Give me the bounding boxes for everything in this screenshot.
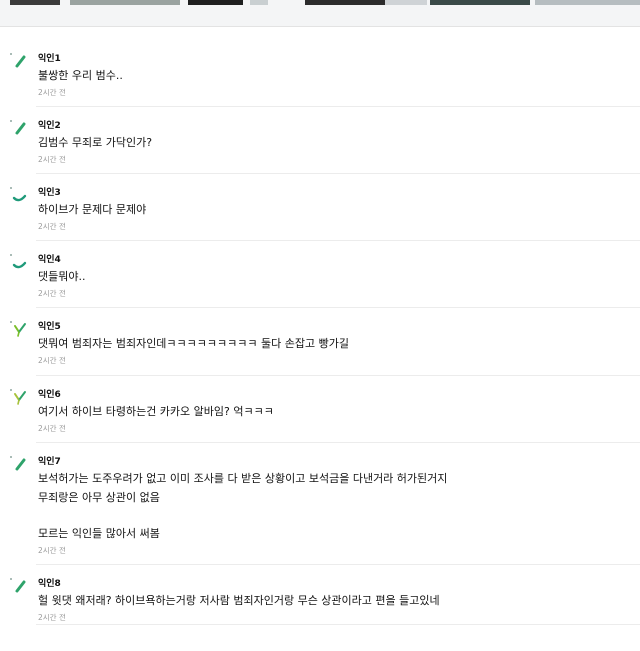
green-mark-icon[interactable] xyxy=(8,575,30,597)
comment-text-line: 김범수 무죄로 가닥인가? xyxy=(38,136,153,149)
comment-text: 여기서 하이브 타령하는건 카카오 알바임? 억ㅋㅋㅋ xyxy=(38,402,628,421)
comment-text: 댓들뭐야.. xyxy=(38,267,628,286)
green-curve-icon[interactable] xyxy=(8,251,30,273)
comment-text: 불쌍한 우리 범수.. xyxy=(38,66,628,85)
comment-author[interactable]: 익인1 xyxy=(38,51,61,64)
comment-author[interactable]: 익인4 xyxy=(38,252,61,265)
sprout-icon[interactable] xyxy=(8,318,30,340)
comment-text-line: 무죄랑은 아무 상관이 없음 xyxy=(38,491,160,504)
comment-text: 김범수 무죄로 가닥인가? xyxy=(38,133,628,152)
comment-divider xyxy=(36,624,640,625)
comment-item: 익인4 댓들뭐야.. 2시간 전 xyxy=(0,241,640,308)
comment-timestamp: 2시간 전 xyxy=(38,546,66,555)
green-mark-icon[interactable] xyxy=(8,50,30,72)
comment-text-line: 불쌍한 우리 범수.. xyxy=(38,69,123,82)
comment-author[interactable]: 익인5 xyxy=(38,319,61,332)
comment-timestamp: 2시간 전 xyxy=(38,88,66,97)
comment-item: 익인7 보석허가는 도주우려가 없고 이미 조사를 다 받은 상황이고 보석금을 … xyxy=(0,443,640,565)
comment-item: 익인1 불쌍한 우리 범수.. 2시간 전 xyxy=(0,40,640,107)
comment-item: 익인5 댓뭐여 범죄자는 범죄자인데ㅋㅋㅋㅋㅋㅋㅋㅋㅋ 둘다 손잡고 빵가길 2시간… xyxy=(0,308,640,376)
comment-text: 보석허가는 도주우려가 없고 이미 조사를 다 받은 상황이고 보석금을 다낸거… xyxy=(38,469,628,543)
comment-text: 하이브가 문제다 문제야 xyxy=(38,200,628,219)
gallery-thumbnail[interactable] xyxy=(250,0,268,5)
sprout-icon[interactable] xyxy=(8,386,30,408)
comment-item: 익인8 헐 윗댓 왜저래? 하이브욕하는거랑 저사람 범죄자인거랑 무슨 상관이라… xyxy=(0,565,640,625)
green-mark-icon[interactable] xyxy=(8,117,30,139)
gallery-thumbnail[interactable] xyxy=(535,0,640,5)
comment-timestamp: 2시간 전 xyxy=(38,424,66,433)
comment-text: 댓뭐여 범죄자는 범죄자인데ㅋㅋㅋㅋㅋㅋㅋㅋㅋ 둘다 손잡고 빵가길 xyxy=(38,334,628,353)
green-curve-icon[interactable] xyxy=(8,184,30,206)
comment-timestamp: 2시간 전 xyxy=(38,613,66,622)
top-image-strip xyxy=(0,0,640,27)
comment-text-line: 모르는 익인들 많아서 써봄 xyxy=(38,527,160,540)
gallery-thumbnail[interactable] xyxy=(10,0,60,5)
comment-timestamp: 2시간 전 xyxy=(38,289,66,298)
comment-text-line: 댓뭐여 범죄자는 범죄자인데ㅋㅋㅋㅋㅋㅋㅋㅋㅋ 둘다 손잡고 빵가길 xyxy=(38,337,349,350)
comment-item: 익인6 여기서 하이브 타령하는건 카카오 알바임? 억ㅋㅋㅋ 2시간 전 xyxy=(0,376,640,443)
gallery-thumbnail[interactable] xyxy=(430,0,530,5)
gallery-thumbnail[interactable] xyxy=(305,0,385,5)
gallery-thumbnails xyxy=(0,0,640,5)
comment-text: 헐 윗댓 왜저래? 하이브욕하는거랑 저사람 범죄자인거랑 무슨 상관이라고 편… xyxy=(38,591,628,610)
comment-text-line: 헐 윗댓 왜저래? 하이브욕하는거랑 저사람 범죄자인거랑 무슨 상관이라고 편… xyxy=(38,594,440,607)
comment-text-line: 하이브가 문제다 문제야 xyxy=(38,203,147,216)
comment-item: 익인3 하이브가 문제다 문제야 2시간 전 xyxy=(0,174,640,241)
comment-timestamp: 2시간 전 xyxy=(38,222,66,231)
comment-item: 익인2 김범수 무죄로 가닥인가? 2시간 전 xyxy=(0,107,640,174)
gallery-thumbnail[interactable] xyxy=(188,0,243,5)
comment-author[interactable]: 익인6 xyxy=(38,387,61,400)
comment-author[interactable]: 익인8 xyxy=(38,576,61,589)
gallery-thumbnail[interactable] xyxy=(70,0,180,5)
comment-author[interactable]: 익인2 xyxy=(38,118,61,131)
comment-author[interactable]: 익인7 xyxy=(38,454,61,467)
comment-list: 익인1 불쌍한 우리 범수.. 2시간 전 익인2 김범수 무죄로 가닥인가? 2시간 전… xyxy=(0,40,640,625)
comment-text-line: 댓들뭐야.. xyxy=(38,270,86,283)
comment-timestamp: 2시간 전 xyxy=(38,155,66,164)
comment-text-line xyxy=(38,507,628,524)
comment-text-line: 여기서 하이브 타령하는건 카카오 알바임? 억ㅋㅋㅋ xyxy=(38,405,274,418)
comment-timestamp: 2시간 전 xyxy=(38,356,66,365)
comment-text-line: 보석허가는 도주우려가 없고 이미 조사를 다 받은 상황이고 보석금을 다낸거… xyxy=(38,472,448,485)
green-mark-icon[interactable] xyxy=(8,453,30,475)
gallery-thumbnail[interactable] xyxy=(385,0,427,5)
comment-author[interactable]: 익인3 xyxy=(38,185,61,198)
